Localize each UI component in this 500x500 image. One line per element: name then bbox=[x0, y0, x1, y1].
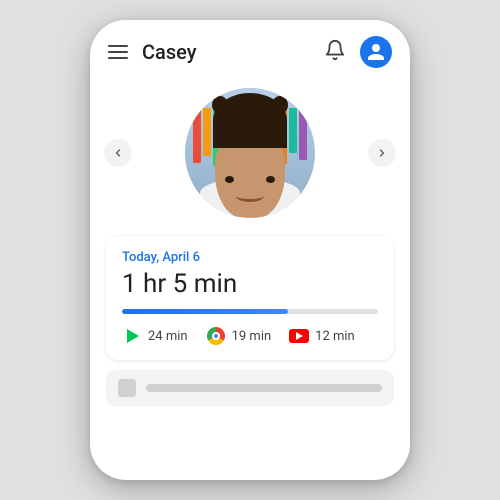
carousel-right-button[interactable] bbox=[368, 139, 396, 167]
chrome-icon bbox=[206, 326, 226, 346]
youtube-icon bbox=[289, 326, 309, 346]
user-avatar-button[interactable] bbox=[360, 36, 392, 68]
page-title: Casey bbox=[142, 40, 324, 64]
progress-bar-background bbox=[122, 309, 378, 314]
app-item-play: 24 min bbox=[122, 326, 188, 346]
youtube-time: 12 min bbox=[315, 329, 355, 344]
bell-icon[interactable] bbox=[324, 39, 346, 66]
stats-card: Today, April 6 1 hr 5 min 24 min 19 min bbox=[106, 236, 394, 360]
play-store-icon bbox=[122, 326, 142, 346]
profile-photo-art bbox=[185, 88, 315, 218]
chrome-time: 19 min bbox=[232, 329, 272, 344]
app-item-youtube: 12 min bbox=[289, 326, 355, 346]
header: Casey bbox=[90, 20, 410, 78]
profile-photo bbox=[185, 88, 315, 218]
stats-time: 1 hr 5 min bbox=[122, 269, 378, 299]
phone-shell: Casey bbox=[90, 20, 410, 480]
placeholder-icon bbox=[118, 379, 136, 397]
progress-bar-fill bbox=[122, 309, 288, 314]
carousel-left-button[interactable] bbox=[104, 139, 132, 167]
carousel-container bbox=[90, 88, 410, 218]
placeholder-text-line bbox=[146, 384, 382, 392]
profile-section bbox=[90, 78, 410, 236]
app-item-chrome: 19 min bbox=[206, 326, 272, 346]
hamburger-icon[interactable] bbox=[108, 45, 128, 59]
stats-date: Today, April 6 bbox=[122, 250, 378, 265]
bottom-placeholder-card bbox=[106, 370, 394, 406]
play-store-time: 24 min bbox=[148, 329, 188, 344]
app-list: 24 min 19 min 12 min bbox=[122, 326, 378, 346]
